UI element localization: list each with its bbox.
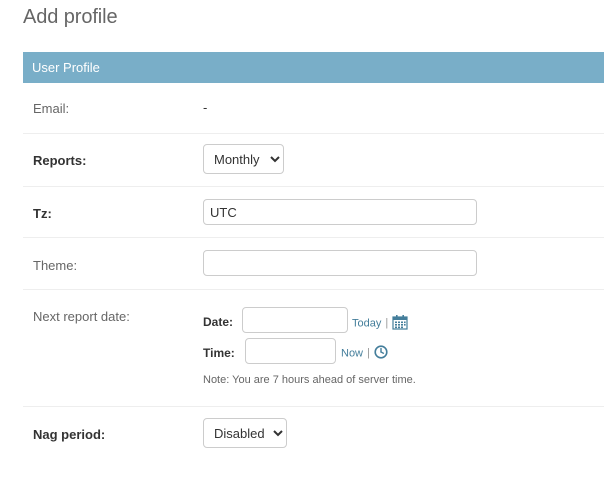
nag-period-row: Nag period: Disabled xyxy=(23,407,604,477)
reports-select[interactable]: Monthly xyxy=(203,144,284,174)
date-shortcuts: Today | xyxy=(352,314,408,333)
next-report-date-row: Next report date: Date: Today | Time: No… xyxy=(23,290,604,407)
tz-label: Tz: xyxy=(33,206,52,221)
date-label: Date: xyxy=(203,315,234,329)
date-separator: | xyxy=(385,317,389,330)
tz-row: Tz: xyxy=(23,187,604,238)
calendar-icon[interactable] xyxy=(392,314,408,333)
tz-input[interactable] xyxy=(203,199,477,225)
theme-input[interactable] xyxy=(203,250,477,276)
page-title: Add profile xyxy=(23,6,118,28)
user-profile-fieldset: User Profile Email: - Reports: Monthly T… xyxy=(23,52,604,477)
time-shortcuts: Now | xyxy=(341,345,388,362)
theme-label: Theme: xyxy=(33,258,78,273)
time-label: Time: xyxy=(203,346,235,360)
next-report-date-label: Next report date: xyxy=(33,309,130,324)
email-value: - xyxy=(203,100,208,115)
nag-period-label: Nag period: xyxy=(33,427,106,442)
email-row: Email: - xyxy=(23,83,604,134)
reports-label: Reports: xyxy=(33,153,87,168)
timezone-note: Note: You are 7 hours ahead of server ti… xyxy=(203,374,416,386)
time-separator: | xyxy=(367,347,370,360)
reports-row: Reports: Monthly xyxy=(23,134,604,187)
today-link[interactable]: Today xyxy=(352,317,381,329)
fieldset-caption: User Profile xyxy=(23,52,604,83)
time-input[interactable] xyxy=(245,338,336,364)
now-link[interactable]: Now xyxy=(341,347,363,359)
date-input[interactable] xyxy=(242,307,348,333)
nag-period-select[interactable]: Disabled xyxy=(203,418,287,448)
clock-icon[interactable] xyxy=(374,345,388,362)
theme-row: Theme: xyxy=(23,238,604,290)
email-label: Email: xyxy=(33,101,70,116)
